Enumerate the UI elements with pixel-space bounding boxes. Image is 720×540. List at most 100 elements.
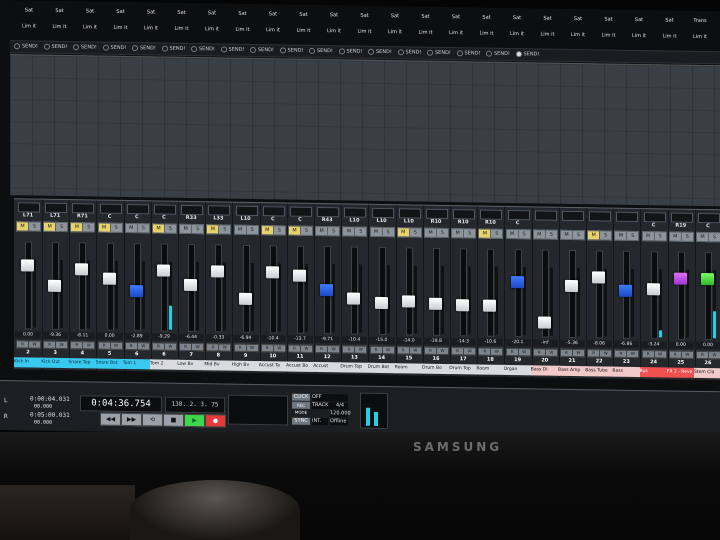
fader-track[interactable] xyxy=(79,242,87,331)
solo-button[interactable]: S xyxy=(82,222,96,233)
sends-grid-cell[interactable]: Sat xyxy=(380,10,410,22)
sends-grid-cell[interactable]: Sat xyxy=(167,7,197,19)
sends-grid-cell[interactable]: Lim it xyxy=(472,27,502,39)
channel-name[interactable]: Drum Bot xyxy=(367,362,397,374)
pan-knob[interactable] xyxy=(698,212,720,224)
channel-name[interactable]: Snare Top xyxy=(68,358,98,369)
sends-grid-cell[interactable]: Sat xyxy=(14,4,44,16)
write-automation-button[interactable]: W xyxy=(354,345,368,354)
write-automation-button[interactable]: W xyxy=(136,342,150,351)
sends-grid-cell[interactable]: Lim it xyxy=(167,23,197,35)
write-automation-button[interactable]: W xyxy=(572,348,585,358)
send-button[interactable]: SEND! xyxy=(191,45,220,54)
write-automation-button[interactable]: W xyxy=(164,342,177,351)
write-automation-button[interactable]: W xyxy=(436,346,449,356)
solo-button[interactable]: S xyxy=(436,227,449,239)
rec-mode-label[interactable]: REC MODE xyxy=(292,401,310,415)
sends-grid-cell[interactable]: Lim it xyxy=(14,20,44,32)
write-automation-button[interactable]: W xyxy=(300,344,313,353)
sends-grid-cell[interactable]: Sat xyxy=(106,6,136,18)
channel-name[interactable]: Drum Bo xyxy=(422,363,451,375)
pan-knob[interactable] xyxy=(290,206,312,217)
fader-handle[interactable] xyxy=(537,316,551,329)
fader-handle[interactable] xyxy=(646,283,660,296)
write-automation-button[interactable]: W xyxy=(191,343,205,352)
fader-handle[interactable] xyxy=(374,296,388,309)
volume-readout[interactable]: -6.44 xyxy=(178,333,205,342)
sends-grid-cell[interactable]: Lim it xyxy=(258,24,288,36)
volume-readout[interactable]: -13.7 xyxy=(287,335,313,343)
channel-name[interactable]: Room xyxy=(394,363,424,374)
send-button[interactable]: SEND! xyxy=(14,42,43,51)
rewind-button[interactable]: ◀◀ xyxy=(100,412,121,426)
sends-grid-cell[interactable]: Sat xyxy=(441,11,471,23)
fader-handle[interactable] xyxy=(456,299,470,312)
send-button[interactable]: SEND! xyxy=(73,43,102,52)
write-automation-button[interactable]: W xyxy=(327,345,341,354)
pan-knob[interactable] xyxy=(426,208,448,220)
volume-readout[interactable]: -6.94 xyxy=(232,334,259,343)
sends-grid-cell[interactable]: Sat xyxy=(350,9,380,21)
pan-knob[interactable] xyxy=(670,212,693,223)
fader-track[interactable] xyxy=(25,241,32,330)
channel-name[interactable]: Accust xyxy=(313,361,343,373)
channel-name[interactable]: Tom 2 xyxy=(150,359,179,370)
volume-readout[interactable]: -10.4 xyxy=(341,336,368,344)
fader-handle[interactable] xyxy=(401,295,415,308)
write-automation-button[interactable]: W xyxy=(55,340,69,350)
sends-grid-cell[interactable]: Sat xyxy=(563,13,593,25)
sends-grid-cell[interactable]: Sat xyxy=(228,8,258,20)
sends-grid-cell[interactable]: Lim it xyxy=(441,27,471,39)
sends-grid-cell[interactable]: Trans xyxy=(685,15,715,27)
send-button[interactable]: SEND! xyxy=(220,45,250,54)
channel-name[interactable]: Organ xyxy=(503,364,533,376)
send-button[interactable]: SEND! xyxy=(309,47,338,56)
sends-grid-cell[interactable]: Lim it xyxy=(411,26,441,38)
volume-readout[interactable]: -10.6 xyxy=(477,338,504,346)
send-button[interactable]: SEND! xyxy=(338,47,368,56)
fader-handle[interactable] xyxy=(347,292,361,306)
channel-name[interactable]: FX 2 - Reve xyxy=(666,367,696,378)
volume-readout[interactable]: -9.29 xyxy=(151,333,177,341)
sends-grid-cell[interactable]: Lim it xyxy=(106,22,136,34)
volume-readout[interactable]: -10.4 xyxy=(259,335,286,343)
fader-handle[interactable] xyxy=(75,262,89,276)
fader-handle[interactable] xyxy=(673,272,687,285)
pan-knob[interactable] xyxy=(507,209,530,221)
solo-button[interactable]: S xyxy=(408,227,422,238)
sends-grid-cell[interactable]: Lim it xyxy=(380,26,410,38)
fader-track[interactable] xyxy=(106,242,114,331)
pan-knob[interactable] xyxy=(181,204,204,216)
sends-grid-cell[interactable]: Lim it xyxy=(45,21,75,33)
fader-handle[interactable] xyxy=(265,265,279,279)
send-button[interactable]: SEND! xyxy=(486,50,515,59)
send-button[interactable]: SEND! xyxy=(456,49,486,58)
fader-handle[interactable] xyxy=(619,284,633,297)
fader-track[interactable] xyxy=(242,244,250,333)
sends-grid-cell[interactable]: Sat xyxy=(655,14,685,26)
volume-readout[interactable]: 0.00 xyxy=(667,341,694,349)
volume-readout[interactable]: -14.3 xyxy=(450,338,477,346)
volume-readout[interactable]: -9.71 xyxy=(314,335,341,344)
send-button[interactable]: SEND! xyxy=(43,43,73,52)
fader-handle[interactable] xyxy=(592,271,606,284)
volume-readout[interactable]: -5.36 xyxy=(559,339,585,348)
sends-grid-cell[interactable]: Lim it xyxy=(136,22,166,34)
fader-handle[interactable] xyxy=(129,284,143,297)
solo-button[interactable]: S xyxy=(463,228,477,239)
fader-track[interactable] xyxy=(269,245,277,334)
solo-button[interactable]: S xyxy=(327,226,341,237)
pan-knob[interactable] xyxy=(480,209,503,220)
send-button[interactable]: SEND! xyxy=(250,46,279,55)
channel-name[interactable]: Snare Bot xyxy=(95,358,125,369)
fader-track[interactable] xyxy=(215,244,223,333)
fast-forward-button[interactable]: ▶▶ xyxy=(121,412,142,427)
channel-name[interactable]: Bass Tube xyxy=(585,366,615,377)
sends-grid-cell[interactable]: Sat xyxy=(75,5,105,17)
sends-grid-cell[interactable]: Lim it xyxy=(685,31,715,43)
pan-knob[interactable] xyxy=(126,203,149,215)
volume-readout[interactable]: 0.00 xyxy=(695,341,720,350)
volume-readout[interactable]: -14.0 xyxy=(395,337,422,345)
send-button[interactable]: SEND! xyxy=(161,45,191,54)
write-automation-button[interactable]: W xyxy=(544,348,558,357)
